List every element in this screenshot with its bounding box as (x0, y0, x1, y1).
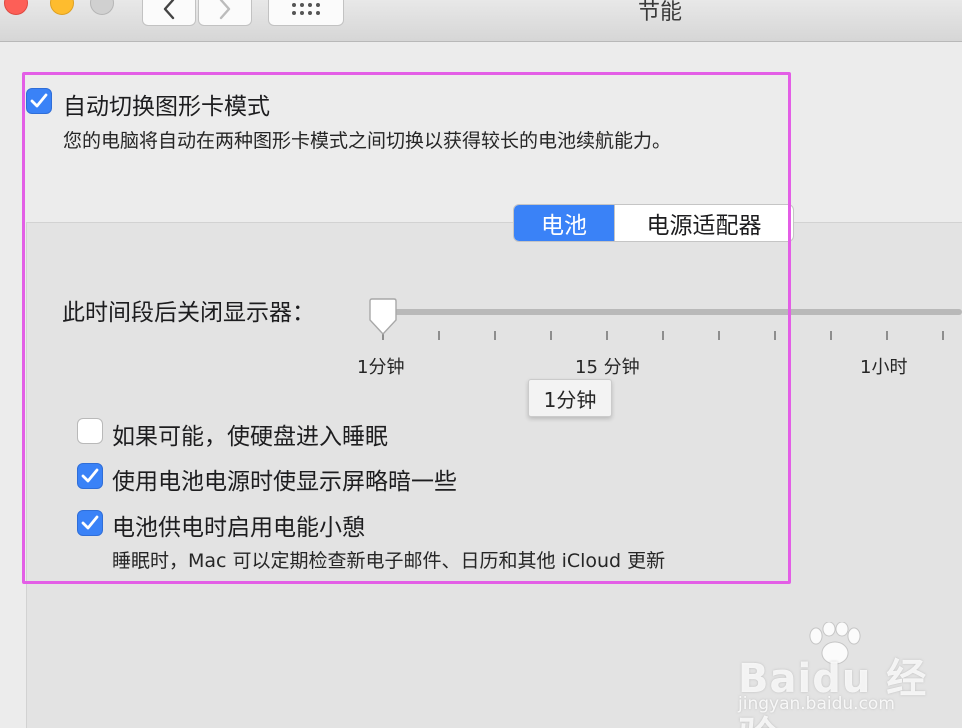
baidu-jingyan-watermark: Baidu 经验 jingyan.baidu.com (738, 620, 958, 728)
power-nap-label[interactable]: 电池供电时启用电能小憩 (112, 508, 365, 542)
minimize-window-button[interactable] (50, 0, 74, 15)
display-sleep-slider-track[interactable] (382, 309, 962, 315)
hard-disk-sleep-label[interactable]: 如果可能，使硬盘进入睡眠 (112, 417, 388, 451)
slider-tick (550, 331, 552, 340)
checkmark-icon (81, 515, 99, 530)
dim-display-checkbox[interactable] (77, 463, 103, 489)
watermark-url: jingyan.baidu.com (738, 694, 895, 714)
hard-disk-sleep-checkbox[interactable] (77, 418, 103, 444)
show-all-button[interactable] (268, 0, 344, 26)
power-nap-description: 睡眠时，Mac 可以定期检查新电子邮件、日历和其他 iCloud 更新 (112, 550, 666, 572)
checkmark-icon (81, 468, 99, 483)
power-source-tabs: 电池 电源适配器 (513, 204, 794, 242)
tick-label-1hour: 1小时 (860, 357, 908, 378)
display-sleep-label: 此时间段后关闭显示器： (62, 300, 315, 326)
close-window-button[interactable] (4, 0, 28, 15)
forward-button[interactable] (198, 0, 252, 26)
slider-tick (830, 331, 832, 340)
grid-icon (292, 3, 320, 15)
slider-tick (438, 331, 440, 340)
dim-display-label[interactable]: 使用电池电源时使显示屏略暗一些 (112, 462, 457, 496)
tick-label-1min: 1分钟 (357, 357, 405, 378)
slider-tick (942, 331, 944, 340)
slider-tick (886, 331, 888, 340)
auto-graphics-switching-label[interactable]: 自动切换图形卡模式 (63, 87, 270, 121)
display-sleep-slider-knob[interactable] (366, 298, 400, 338)
checkmark-icon (30, 93, 48, 108)
slider-tick (774, 331, 776, 340)
chevron-right-icon (219, 0, 231, 20)
window-titlebar: 节能 (0, 0, 962, 42)
watermark-brand: Baidu 经验 (738, 656, 928, 728)
power-nap-checkbox[interactable] (77, 510, 103, 536)
slider-tick (494, 331, 496, 340)
auto-graphics-switching-checkbox[interactable] (26, 88, 52, 114)
slider-tick (718, 331, 720, 340)
slider-value-tooltip: 1分钟 (528, 379, 612, 417)
tick-label-15min: 15 分钟 (575, 357, 640, 378)
back-button[interactable] (142, 0, 196, 26)
slider-tick (606, 331, 608, 340)
slider-tick (662, 331, 664, 340)
zoom-window-button[interactable] (90, 0, 114, 15)
window-title: 节能 (637, 0, 682, 25)
chevron-left-icon (163, 0, 175, 20)
tab-battery[interactable]: 电池 (514, 205, 614, 241)
auto-graphics-switching-description: 您的电脑将自动在两种图形卡模式之间切换以获得较长的电池续航能力。 (63, 130, 672, 152)
tab-power-adapter[interactable]: 电源适配器 (614, 205, 793, 241)
